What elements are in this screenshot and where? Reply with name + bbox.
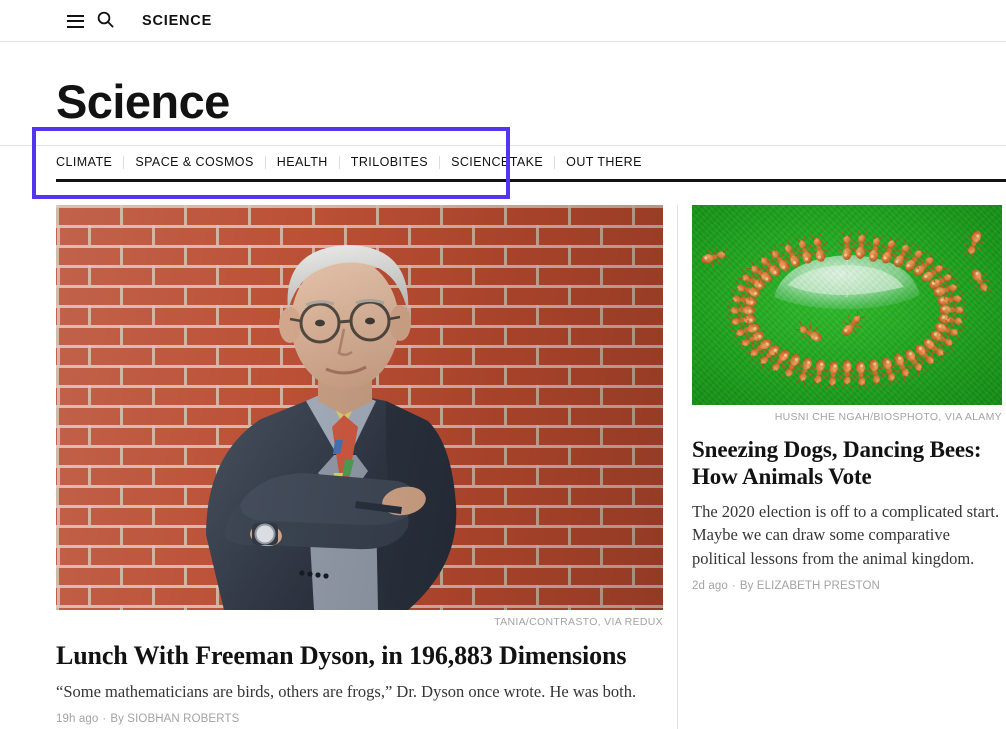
side-story-byline: 2d ago · By ELIZABETH PRESTON — [692, 579, 1002, 594]
side-story-summary: The 2020 election is off to a complicate… — [692, 500, 1002, 570]
page-title: Science — [56, 78, 230, 125]
hamburger-menu-icon — [67, 15, 84, 28]
lead-story-credit: TANIA/CONTRASTO, VIA REDUX — [56, 610, 663, 629]
nav-item-out-there[interactable]: OUT THERE — [566, 153, 642, 171]
lead-story-headline[interactable]: Lunch With Freeman Dyson, in 196,883 Dim… — [56, 641, 663, 671]
nav-separator — [554, 156, 555, 169]
nav-separator — [439, 156, 440, 169]
nyt-logo[interactable]: 𝕡𝕏𝕎 𝔿𝕎𝕖 𝕞𝕘𝕛𝕔 𝕡𝕒𝕖𝕎𝕞 The New York Times — [404, 7, 602, 35]
lead-story-summary: “Some mathematicians are birds, others a… — [56, 680, 663, 703]
side-story-credit: HUSNI CHE NGAH/BIOSPHOTO, VIA ALAMY — [692, 405, 1002, 424]
nav-item-space-cosmos[interactable]: SPACE & COSMOS — [135, 153, 253, 171]
section-nav: CLIMATE SPACE & COSMOS HEALTH TRILOBITES… — [56, 153, 642, 171]
search-button[interactable] — [90, 6, 120, 36]
search-icon — [97, 11, 114, 31]
nav-item-climate[interactable]: CLIMATE — [56, 153, 112, 171]
svg-text:𝕡𝕏𝕎 𝔿𝕎𝕖 𝕞𝕘𝕛𝕔 𝕡𝕒𝕖�: 𝕡𝕏𝕎 𝔿𝕎𝕖 𝕞𝕘𝕛𝕔 𝕡𝕒𝕖𝕎𝕞 — [495, 7, 512, 34]
nav-item-health[interactable]: HEALTH — [277, 153, 328, 171]
nav-top-rule — [0, 145, 1006, 146]
lead-story-author[interactable]: By SIOBHAN ROBERTS — [110, 713, 239, 725]
masthead-bar: SCIENCE 𝕡𝕏𝕎 𝔿𝕎𝕖 𝕞𝕘𝕛𝕔 𝕡𝕒𝕖𝕎𝕞 The New York … — [0, 0, 1006, 42]
nav-separator — [265, 156, 266, 169]
lead-story[interactable]: TANIA/CONTRASTO, VIA REDUX Lunch With Fr… — [56, 205, 663, 727]
nav-bottom-rule — [56, 179, 1006, 182]
nav-item-sciencetake[interactable]: SCIENCETAKE — [451, 153, 543, 171]
section-kicker[interactable]: SCIENCE — [142, 13, 212, 29]
side-story[interactable]: HUSNI CHE NGAH/BIOSPHOTO, VIA ALAMY Snee… — [692, 205, 1002, 594]
leaf-texture-overlay — [692, 205, 1002, 405]
side-story-author[interactable]: By ELIZABETH PRESTON — [740, 580, 880, 592]
column-divider — [677, 205, 678, 729]
nav-item-trilobites[interactable]: TRILOBITES — [351, 153, 428, 171]
masthead-left-group: SCIENCE — [60, 0, 212, 42]
nav-separator — [123, 156, 124, 169]
lead-story-byline: 19h ago · By SIOBHAN ROBERTS — [56, 712, 663, 727]
byline-separator: · — [732, 580, 736, 592]
side-story-headline[interactable]: Sneezing Dogs, Dancing Bees: How Animals… — [692, 436, 1002, 491]
nav-separator — [339, 156, 340, 169]
lead-story-timestamp: 19h ago — [56, 713, 98, 725]
photo-lighting-overlay — [56, 205, 663, 610]
side-story-image[interactable] — [692, 205, 1002, 405]
side-story-timestamp: 2d ago — [692, 580, 728, 592]
byline-separator: · — [102, 713, 106, 725]
hamburger-menu-button[interactable] — [60, 6, 90, 36]
lead-story-image[interactable] — [56, 205, 663, 610]
